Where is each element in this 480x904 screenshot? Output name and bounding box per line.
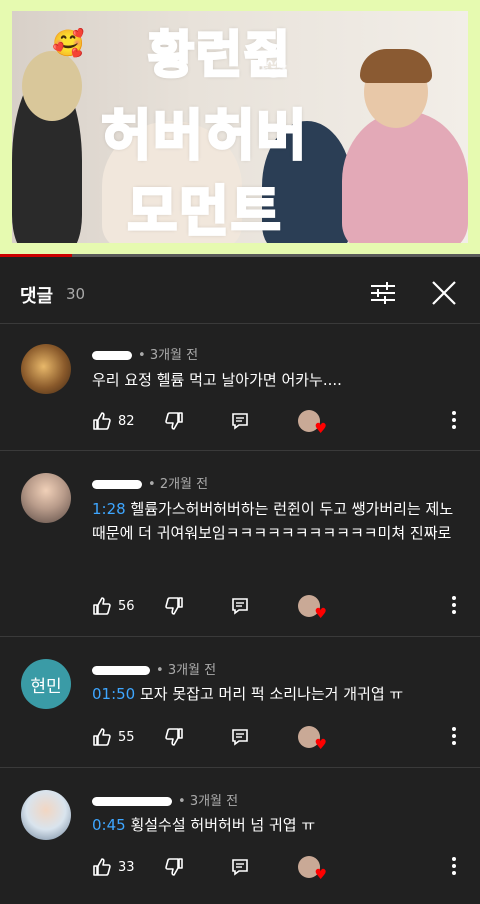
- heart-icon: ♥: [314, 737, 327, 753]
- like-button[interactable]: 33: [92, 854, 135, 880]
- comment-body: 횡설수설 허버허버 넘 귀엽 ㅠ: [125, 816, 316, 834]
- heart-icon: ♥: [314, 606, 327, 622]
- comment-body: 모자 못잡고 머리 퍽 소리나는거 개귀엽 ㅠ: [135, 685, 404, 703]
- comment-item: • 3개월 전 우리 요정 헬륨 먹고 날아가면 어카누.... 82 ♥: [0, 324, 480, 451]
- comment-meta: • 2개월 전: [92, 473, 208, 492]
- comment-actions: 55 ♥: [92, 724, 470, 753]
- timestamp-link[interactable]: 0:45: [92, 816, 126, 834]
- thumbs-up-icon: [93, 412, 111, 430]
- sort-icon: [371, 282, 395, 304]
- creator-heart-avatar: ♥: [298, 726, 327, 753]
- comments-header: 댓글 30: [0, 260, 480, 324]
- like-count: 55: [118, 729, 135, 745]
- more-options-button[interactable]: [444, 593, 464, 619]
- thumbnail-title-line-3: 모먼트: [126, 179, 283, 244]
- thumbnail-title-line-2: 허버허버: [100, 103, 309, 169]
- comment-item: • 3개월 전 0:45 횡설수설 허버허버 넘 귀엽 ㅠ 33 ♥: [0, 768, 480, 904]
- comments-count: 30: [66, 285, 86, 303]
- creator-heart-avatar: ♥: [298, 410, 327, 437]
- dislike-button[interactable]: [164, 724, 184, 750]
- comment-age: 3개월 전: [189, 794, 239, 809]
- comment-actions: 56 ♥: [92, 593, 470, 622]
- reply-icon: [232, 598, 248, 615]
- heart-icon: ♥: [314, 421, 327, 437]
- reply-button[interactable]: [230, 593, 250, 619]
- thumbs-up-icon: [93, 728, 111, 746]
- reply-icon: [232, 413, 248, 430]
- video-progress-fill: [0, 254, 72, 257]
- redacted-username: [92, 797, 172, 806]
- video-progress-bar[interactable]: [0, 254, 480, 257]
- comment-text: 우리 요정 헬륨 먹고 날아가면 어카누....: [92, 368, 458, 392]
- timestamp-link[interactable]: 01:50: [92, 685, 135, 703]
- thumbs-down-icon: [165, 597, 183, 615]
- thumbs-down-icon: [165, 858, 183, 876]
- comment-text: 01:50 모자 못잡고 머리 퍽 소리나는거 개귀엽 ㅠ: [92, 682, 458, 706]
- comment-item: • 2개월 전 1:28 헬륨가스허버허버하는 런쥔이 두고 쌩가버리는 제노때…: [0, 451, 480, 637]
- like-count: 82: [118, 413, 135, 429]
- redacted-username: [92, 666, 150, 675]
- more-options-button[interactable]: [444, 854, 464, 880]
- comment-body: 우리 요정 헬륨 먹고 날아가면 어카누....: [92, 371, 342, 389]
- heart-icon: ♥: [314, 867, 327, 883]
- comment-meta: • 3개월 전: [92, 659, 216, 678]
- avatar-initials: 현민: [30, 676, 62, 697]
- like-count: 56: [118, 598, 135, 614]
- comment-age: 3개월 전: [149, 348, 199, 363]
- commenter-avatar[interactable]: [21, 344, 71, 394]
- like-button[interactable]: 55: [92, 724, 135, 750]
- creator-heart-avatar: ♥: [298, 595, 327, 622]
- commenter-avatar[interactable]: 현민: [21, 659, 71, 709]
- sort-button[interactable]: [368, 278, 398, 308]
- comment-meta: • 3개월 전: [92, 344, 198, 363]
- comment-body: 헬륨가스허버허버하는 런쥔이 두고 쌩가버리는 제노때문에 더 귀여워보임ㅋㅋㅋ…: [92, 500, 454, 542]
- close-icon: [432, 281, 456, 305]
- thumbs-up-icon: [93, 597, 111, 615]
- like-count: 33: [118, 859, 135, 875]
- comment-meta: • 3개월 전: [92, 790, 238, 809]
- comment-age: 2개월 전: [159, 477, 209, 492]
- video-player[interactable]: 🥰 😸 황런쥔 허버허버 모먼트: [0, 0, 480, 254]
- dislike-button[interactable]: [164, 593, 184, 619]
- reply-icon: [232, 729, 248, 746]
- like-button[interactable]: 56: [92, 593, 135, 619]
- reply-button[interactable]: [230, 854, 250, 880]
- commenter-avatar[interactable]: [21, 790, 71, 840]
- reply-button[interactable]: [230, 408, 250, 434]
- commenter-avatar[interactable]: [21, 473, 71, 523]
- thumbs-down-icon: [165, 412, 183, 430]
- comment-text: 1:28 헬륨가스허버허버하는 런쥔이 두고 쌩가버리는 제노때문에 더 귀여워…: [92, 497, 458, 545]
- dislike-button[interactable]: [164, 408, 184, 434]
- comment-age: 3개월 전: [167, 663, 217, 678]
- video-thumbnail: 🥰 😸 황런쥔 허버허버 모먼트: [12, 11, 468, 243]
- comment-actions: 82 ♥: [92, 408, 470, 437]
- thumbnail-title-line-1: 황런쥔: [147, 25, 292, 86]
- thumbs-down-icon: [165, 728, 183, 746]
- comment-text: 0:45 횡설수설 허버허버 넘 귀엽 ㅠ: [92, 813, 458, 837]
- redacted-username: [92, 480, 142, 489]
- more-options-button[interactable]: [444, 408, 464, 434]
- timestamp-link[interactable]: 1:28: [92, 500, 126, 518]
- comment-actions: 33 ♥: [92, 854, 470, 883]
- reply-icon: [232, 859, 248, 876]
- dislike-button[interactable]: [164, 854, 184, 880]
- creator-heart-avatar: ♥: [298, 856, 327, 883]
- close-button[interactable]: [429, 278, 459, 308]
- more-options-button[interactable]: [444, 724, 464, 750]
- reply-button[interactable]: [230, 724, 250, 750]
- thumbs-up-icon: [93, 858, 111, 876]
- like-button[interactable]: 82: [92, 408, 135, 434]
- redacted-username: [92, 351, 132, 360]
- comments-title: 댓글: [20, 286, 54, 307]
- comment-item: 현민 • 3개월 전 01:50 모자 못잡고 머리 퍽 소리나는거 개귀엽 ㅠ…: [0, 637, 480, 768]
